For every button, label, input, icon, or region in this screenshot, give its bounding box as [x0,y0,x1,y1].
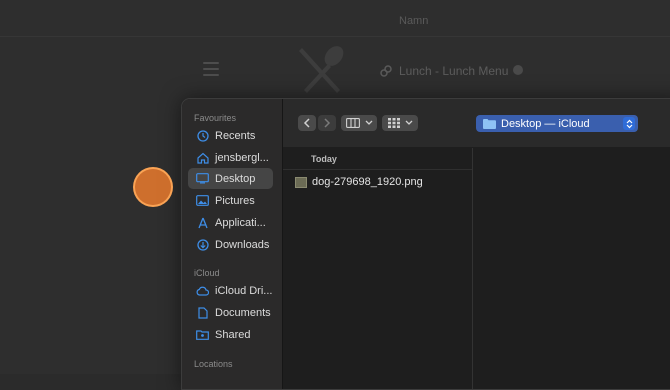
cutlery-icon [299,46,344,93]
location-label: Desktop — iCloud [501,117,590,130]
column-view-button[interactable] [341,115,377,131]
background-divider [0,36,670,37]
sidebar-item-label: Documents [215,306,271,319]
background-status-icon [513,65,523,75]
file-row[interactable]: dog-279698_1920.png [295,176,423,188]
grid-icon [387,118,400,128]
sidebar-item-home[interactable]: jensbergl... [188,147,273,168]
column-header: Today [311,154,337,164]
sidebar-section-icloud: iCloud [194,268,220,278]
file-name: dog-279698_1920.png [312,176,423,188]
folder-icon [483,118,496,129]
background-header-label: Namn [399,15,429,27]
file-column: Today dog-279698_1920.png [283,148,473,389]
file-picker-dialog: Favourites Recents jensbergl... Desktop … [181,98,670,390]
sidebar-item-desktop[interactable]: Desktop [188,168,273,189]
file-browser: Desktop — iCloud Today dog-279698_1920.p… [283,99,670,389]
sidebar-item-label: iCloud Dri... [215,284,273,297]
pictures-icon [196,194,209,207]
sidebar-item-label: Downloads [215,238,270,251]
home-icon [196,151,209,164]
chevron-right-icon [324,118,331,128]
desktop-icon [196,172,209,185]
forward-button[interactable] [318,115,336,131]
sidebar-item-label: Shared [215,328,251,341]
sidebar-item-pictures[interactable]: Pictures [188,190,273,211]
background-page-title: Lunch - Lunch Menu [399,64,509,78]
sidebar-item-recents[interactable]: Recents [188,125,273,146]
shared-folder-icon [196,328,209,341]
downloads-icon [196,238,209,251]
toolbar: Desktop — iCloud [283,99,670,147]
sidebar-section-favourites: Favourites [194,113,237,123]
sidebar-item-shared[interactable]: Shared [188,324,273,345]
sidebar-item-downloads[interactable]: Downloads [188,234,273,255]
sidebar-section-locations: Locations [194,359,233,369]
sidebar-item-icloud-drive[interactable]: iCloud Dri... [188,280,273,301]
clock-icon [196,129,209,142]
chevron-down-icon [405,120,412,125]
updown-arrows-icon [623,117,635,130]
sidebar-item-label: Applicati... [215,216,266,229]
columns-icon [345,118,360,128]
hamburger-menu-icon [203,62,219,80]
document-icon [196,306,209,319]
back-button[interactable] [298,115,316,131]
sidebar-item-applications[interactable]: Applicati... [188,212,273,233]
location-dropdown[interactable]: Desktop — iCloud [476,115,638,132]
sidebar-item-label: jensbergl... [215,151,269,164]
sidebar-item-label: Desktop [215,172,256,185]
chevron-left-icon [303,118,310,128]
applications-icon [196,216,209,229]
sidebar-item-documents[interactable]: Documents [188,302,273,323]
sidebar: Favourites Recents jensbergl... Desktop … [182,99,283,389]
sidebar-item-label: Pictures [215,194,255,207]
column-divider [283,169,472,170]
sidebar-item-label: Recents [215,129,256,142]
chevron-down-icon [365,120,372,125]
image-file-icon [295,176,307,188]
link-icon [380,65,392,77]
cloud-icon [196,284,209,297]
group-view-button[interactable] [382,115,418,131]
click-indicator [133,167,173,207]
